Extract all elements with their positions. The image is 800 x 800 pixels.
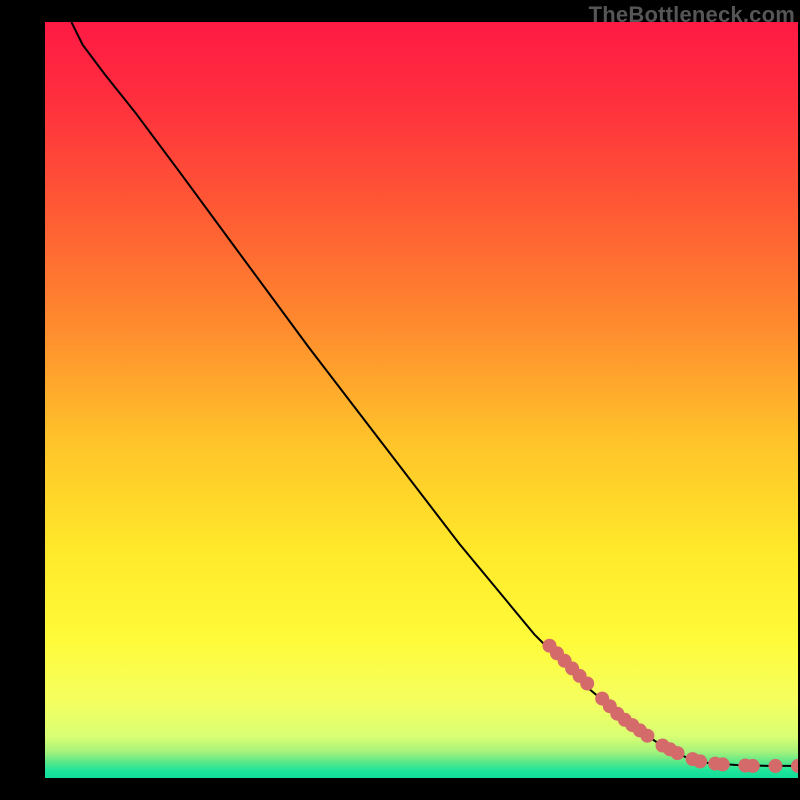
- data-marker: [671, 746, 685, 760]
- data-marker: [693, 754, 707, 768]
- data-marker: [716, 757, 730, 771]
- data-marker: [768, 759, 782, 773]
- chart-frame: TheBottleneck.com: [0, 0, 800, 800]
- gradient-background: [45, 22, 798, 778]
- data-marker: [580, 677, 594, 691]
- data-marker: [746, 759, 760, 773]
- data-marker: [640, 729, 654, 743]
- watermark-text: TheBottleneck.com: [589, 2, 795, 28]
- chart-svg: [45, 22, 798, 778]
- plot-area: [45, 22, 798, 778]
